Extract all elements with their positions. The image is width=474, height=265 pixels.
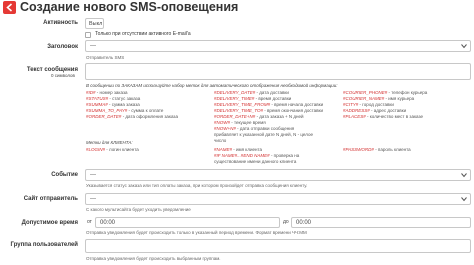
time-to-input[interactable]: 00:00: [291, 217, 471, 228]
tag-row: #COURIER_PHONE# - телефон курьера: [343, 90, 428, 95]
tag-note: число: [214, 138, 227, 143]
event-hint: Указывается статус заказа или тип оплаты…: [86, 183, 308, 188]
event-label: Событие: [51, 172, 78, 178]
allowed-time-label: Допустимое время: [21, 220, 78, 226]
allowed-time-hint: Отправка уведомления будет происходить т…: [86, 230, 307, 235]
tag-row: #SUMMA# - сумма заказа: [86, 102, 140, 107]
title-hint: Отправитель SMS: [86, 55, 125, 60]
event-select[interactable]: ---: [85, 169, 471, 181]
tag-row: #COURIER_NAME# - имя курьера: [343, 96, 415, 101]
tag-row: #PLACES# - количество мест в заказе: [343, 114, 423, 119]
tag-row: #PASSWORD# - пароль клиента: [343, 147, 411, 152]
page-title: Создание нового SMS-оповещения: [20, 0, 239, 14]
tag-note: существование имени данного клиента: [214, 159, 297, 164]
tag-row: #STATUS# - статус заказа: [86, 96, 141, 101]
orders-intro: В сообщении по ЗАКАЗАМ используйте набор…: [86, 83, 338, 88]
page-header: Создание нового SMS-оповещения: [0, 0, 474, 16]
tag-row: #NOW+N# - дата отправки сообщения: [214, 126, 295, 131]
time-from-prefix: от: [87, 219, 92, 225]
active-select[interactable]: Выкл: [85, 18, 104, 29]
title-select-value: ---: [90, 43, 96, 49]
arrow-left-icon: [6, 3, 13, 12]
tag-row: #ADDRESS# - адрес доставки: [343, 108, 407, 113]
tag-row: #LOGIN# - логин клиента: [86, 147, 139, 152]
title-select[interactable]: ---: [85, 40, 471, 52]
tag-row: #ORDER_DATE# - дата оформления заказа: [86, 114, 178, 119]
no-email-label: Только при отсутствии активного E-mail'а: [95, 31, 191, 37]
active-label: Активность: [43, 20, 78, 26]
no-email-checkbox[interactable]: [85, 32, 91, 38]
user-groups-select[interactable]: [85, 239, 471, 253]
user-groups-hint: Отправка уведомления будет происходить в…: [86, 256, 221, 261]
clients-intro: Метки для КЛИЕНТА:: [86, 140, 133, 145]
tag-row: #DELIVERY_DATE# - дата доставки: [214, 90, 289, 95]
tag-note: прибавляет к указанной дате N дней, N - …: [214, 132, 313, 137]
title-label: Заголовок: [47, 44, 78, 50]
message-counter: 0 символов: [51, 73, 75, 78]
time-to-value: 00:00: [296, 220, 312, 226]
sender-site-hint: С какого мультисайта будет уходить уведо…: [86, 207, 191, 212]
tag-row: #ID# - номер заказа: [86, 90, 128, 95]
sender-site-label: Сайт отправитель: [23, 196, 78, 202]
event-select-value: ---: [90, 172, 96, 178]
active-select-value: Выкл: [89, 21, 103, 27]
sender-site-select-value: ---: [90, 196, 96, 202]
time-from-value: 00:00: [100, 220, 116, 226]
chevron-down-icon: [461, 197, 467, 202]
tag-row: #ORDER_DATE+N# - дата заказа + N дней: [214, 114, 304, 119]
back-button[interactable]: [3, 1, 16, 14]
tag-row: #IF NAME#...#END NAME# - проверка на: [214, 153, 300, 158]
time-from-input[interactable]: 00:00: [95, 217, 280, 228]
chevron-down-icon: [461, 173, 467, 178]
message-textarea[interactable]: [85, 63, 471, 80]
sender-site-select[interactable]: ---: [85, 193, 471, 205]
tag-row: #SUMMA_TO_PAY# - сумма к оплате: [86, 108, 164, 113]
tag-row: #NAME# - имя клиента: [214, 147, 262, 152]
tag-row: #DELIVERY_TIME# - время доставки: [214, 96, 292, 101]
tag-row: #CITY# - город доставки: [343, 102, 394, 107]
tag-row: #DELIVERY_TIME_FROM# - время начала дост…: [214, 102, 324, 107]
chevron-down-icon: [461, 44, 467, 49]
user-groups-label: Группа пользователей: [10, 242, 78, 248]
tag-row: #NOW# - текущее время: [214, 120, 266, 125]
time-to-prefix: до: [283, 219, 289, 225]
tag-row: #DELIVERY_TIME_TO# - время окончания дос…: [214, 108, 324, 113]
